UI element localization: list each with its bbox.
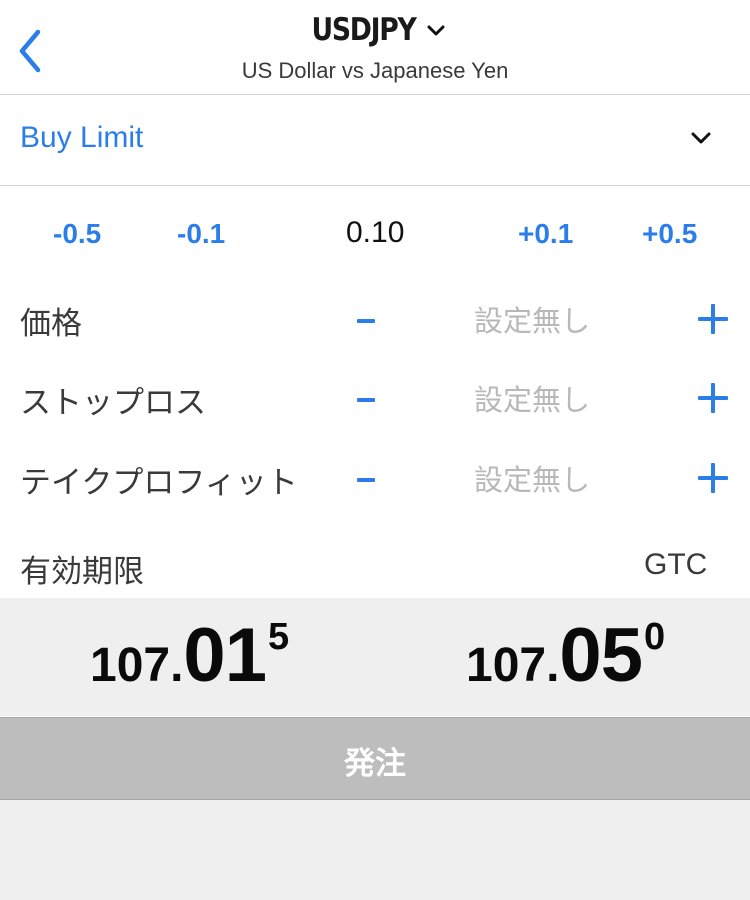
ask-price-pips: 05: [559, 613, 643, 698]
stop-loss-value[interactable]: 設定無し: [474, 377, 590, 419]
price-decrease-button[interactable]: [352, 306, 382, 336]
price-label: 価格: [20, 306, 82, 342]
place-order-label: 発注: [344, 746, 406, 782]
price-increase-button[interactable]: [696, 302, 730, 336]
stop-loss-increase-button[interactable]: [696, 381, 730, 415]
expiry-value[interactable]: GTC: [644, 548, 707, 582]
header-bar: USDJPY US Dollar vs Japanese Yen: [0, 0, 750, 95]
take-profit-row: テイクプロフィット 設定無し: [0, 443, 750, 513]
order-type-selector[interactable]: Buy Limit: [0, 95, 750, 186]
ask-price-fraction: 0: [643, 616, 666, 658]
price-row: 価格 設定無し: [0, 284, 750, 354]
stop-loss-decrease-button[interactable]: [352, 385, 382, 415]
take-profit-label: テイクプロフィット: [20, 465, 298, 501]
ask-price: 107.050: [466, 612, 665, 699]
volume-minus-0.1-button[interactable]: -0.1: [177, 218, 225, 250]
order-type-label[interactable]: Buy Limit: [20, 121, 143, 155]
volume-plus-0.5-button[interactable]: +0.5: [642, 218, 697, 250]
take-profit-decrease-button[interactable]: [352, 465, 382, 495]
price-value[interactable]: 設定無し: [474, 298, 590, 340]
symbol-selector[interactable]: USDJPY: [0, 12, 750, 48]
ask-price-prefix: 107.: [466, 639, 560, 692]
volume-stepper: -0.5 -0.1 0.10 +0.1 +0.5: [0, 200, 750, 270]
quote-panel: 107.015 107.050: [0, 598, 750, 716]
chevron-down-icon[interactable]: [425, 19, 447, 41]
bid-price-fraction: 5: [267, 616, 290, 658]
bid-price-pips: 01: [183, 613, 267, 698]
bid-price-prefix: 107.: [90, 639, 184, 692]
take-profit-value[interactable]: 設定無し: [474, 457, 590, 499]
symbol-description: US Dollar vs Japanese Yen: [241, 58, 509, 83]
volume-value[interactable]: 0.10: [346, 216, 404, 250]
volume-minus-0.5-button[interactable]: -0.5: [53, 218, 101, 250]
chevron-down-icon[interactable]: [690, 127, 712, 149]
symbol-title[interactable]: USDJPY: [311, 12, 416, 48]
place-order-button[interactable]: 発注: [0, 717, 750, 800]
expiry-row[interactable]: 有効期限 GTC: [0, 540, 750, 595]
stop-loss-row: ストップロス 設定無し: [0, 363, 750, 433]
expiry-label: 有効期限: [20, 554, 144, 590]
stop-loss-label: ストップロス: [20, 385, 206, 421]
volume-plus-0.1-button[interactable]: +0.1: [518, 218, 573, 250]
bid-price: 107.015: [90, 612, 289, 699]
footer-area: [0, 800, 750, 900]
take-profit-increase-button[interactable]: [696, 461, 730, 495]
